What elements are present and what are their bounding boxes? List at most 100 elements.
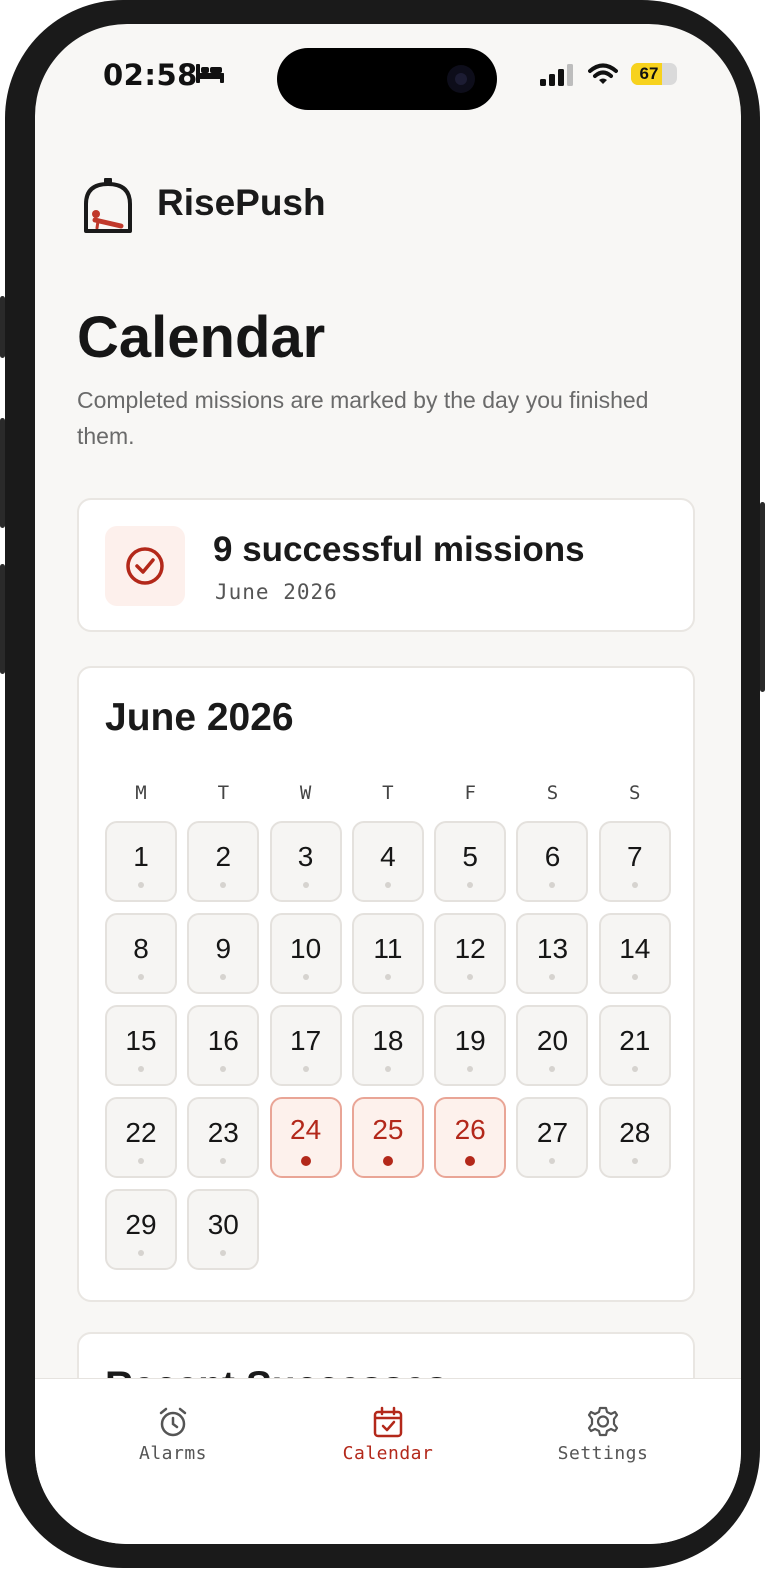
front-camera	[447, 65, 475, 93]
calendar-day-completed[interactable]: 24	[269, 1097, 342, 1178]
summary-period: June 2026	[215, 580, 338, 604]
tab-settings[interactable]: Settings	[523, 1405, 683, 1475]
page-title: Calendar	[77, 305, 326, 370]
tab-alarms[interactable]: Alarms	[93, 1405, 253, 1475]
calendar-day[interactable]: 29	[105, 1189, 177, 1270]
calendar-day[interactable]: 21	[598, 1005, 671, 1086]
day-dot	[384, 882, 391, 888]
calendar-day-grid: 1 2 3 4 5 6 7 8 9 10 11 12 13 14 15 16 17 18 19 20 21 22 23 24 2…	[105, 821, 671, 1270]
calendar-day[interactable]: 9	[187, 913, 260, 994]
battery-indicator: 67	[631, 63, 677, 85]
day-dot	[138, 974, 144, 980]
calendar-day[interactable]: 22	[105, 1097, 177, 1178]
day-number: 28	[619, 1117, 651, 1148]
day-dot	[220, 974, 227, 980]
calendar-day[interactable]: 11	[351, 913, 424, 994]
mission-complete-dot	[465, 1156, 476, 1166]
day-dot	[384, 1066, 391, 1072]
day-number: 30	[207, 1209, 239, 1240]
day-number: 25	[372, 1114, 404, 1145]
day-number: 14	[619, 933, 651, 964]
calendar-month-label: June 2026	[105, 696, 294, 739]
summary-icon-box	[105, 526, 185, 606]
calendar-day[interactable]: 1	[105, 821, 177, 902]
mission-complete-dot	[300, 1156, 311, 1166]
day-dot	[138, 1158, 144, 1164]
calendar-day[interactable]: 30	[187, 1189, 260, 1270]
calendar-day[interactable]: 5	[434, 821, 507, 902]
calendar-day[interactable]: 18	[351, 1005, 424, 1086]
day-dot	[138, 1066, 144, 1072]
calendar-day-completed[interactable]: 26	[434, 1097, 507, 1178]
wifi-icon	[588, 62, 618, 90]
day-number: 15	[125, 1025, 157, 1056]
day-dot	[549, 974, 556, 980]
day-dot	[220, 882, 227, 888]
weekday-label: S	[546, 782, 559, 804]
calendar-day[interactable]: 4	[351, 821, 424, 902]
day-number: 3	[297, 841, 314, 872]
day-number: 17	[290, 1025, 322, 1056]
gear-icon	[587, 1406, 619, 1437]
calendar-day[interactable]: 17	[269, 1005, 342, 1086]
calendar-day[interactable]: 3	[269, 821, 342, 902]
calendar-day[interactable]: 12	[434, 913, 507, 994]
day-dot	[302, 974, 309, 980]
calendar-day[interactable]: 13	[516, 913, 589, 994]
tab-bar: Alarms Calendar Settings	[35, 1378, 741, 1544]
day-number: 13	[536, 933, 569, 964]
calendar-day[interactable]: 16	[187, 1005, 260, 1086]
weekday-label: W	[299, 782, 312, 804]
day-dot	[220, 1066, 227, 1072]
day-dot	[467, 882, 474, 888]
day-number: 10	[290, 933, 322, 964]
calendar-day[interactable]: 14	[598, 913, 671, 994]
power-button	[760, 502, 765, 692]
day-number: 7	[626, 841, 643, 872]
day-number: 9	[215, 933, 232, 964]
weekday-label: S	[629, 782, 641, 804]
calendar-day[interactable]: 6	[516, 821, 589, 902]
calendar-day[interactable]: 10	[269, 913, 342, 994]
page-subtitle: Completed missions are marked by the day…	[77, 387, 649, 449]
tab-alarms-label: Alarms	[138, 1443, 208, 1464]
day-dot	[631, 974, 638, 980]
day-number: 19	[454, 1025, 486, 1056]
calendar-day[interactable]: 19	[434, 1005, 507, 1086]
volume-up-button	[0, 418, 5, 528]
day-dot	[138, 882, 144, 888]
weekday-label: F	[464, 782, 476, 804]
day-number: 11	[373, 933, 403, 964]
check-circle-icon	[126, 547, 164, 585]
summary-card: 9 successful missions June 2026	[77, 498, 695, 632]
day-dot	[549, 1066, 556, 1072]
phone-frame: 02:58 67 RisePush Calendar Completed mis…	[0, 0, 765, 1568]
day-number: 22	[125, 1117, 157, 1148]
calendar-day[interactable]: 20	[516, 1005, 589, 1086]
calendar-day[interactable]: 28	[598, 1097, 671, 1178]
day-number: 12	[454, 933, 486, 964]
day-number: 8	[133, 933, 149, 964]
weekday-label: M	[135, 782, 147, 804]
calendar-card: June 2026 MTWTFSS 1 2 3 4 5 6 7 8 9 10 11 12 13 14 15 1…	[77, 666, 695, 1302]
cellular-signal-icon	[540, 64, 576, 90]
day-number: 6	[544, 841, 561, 872]
calendar-day[interactable]: 7	[598, 821, 671, 902]
calendar-day-completed[interactable]: 25	[351, 1097, 424, 1178]
day-number: 27	[536, 1117, 569, 1148]
calendar-day[interactable]: 2	[187, 821, 260, 902]
tab-calendar-label: Calendar	[342, 1443, 434, 1464]
calendar-day[interactable]: 15	[105, 1005, 177, 1086]
day-number: 4	[380, 841, 396, 872]
day-number: 1	[133, 841, 149, 872]
calendar-day[interactable]: 8	[105, 913, 177, 994]
successful-missions-count: 9 successful missions	[213, 530, 585, 569]
risepush-logo-icon	[81, 176, 135, 240]
calendar-day[interactable]: 23	[187, 1097, 260, 1178]
day-number: 29	[125, 1209, 157, 1240]
tab-calendar[interactable]: Calendar	[308, 1405, 468, 1475]
calendar-day[interactable]: 27	[516, 1097, 589, 1178]
day-dot	[549, 882, 556, 888]
alarm-clock-icon	[159, 1407, 187, 1437]
mission-complete-dot	[382, 1156, 393, 1166]
